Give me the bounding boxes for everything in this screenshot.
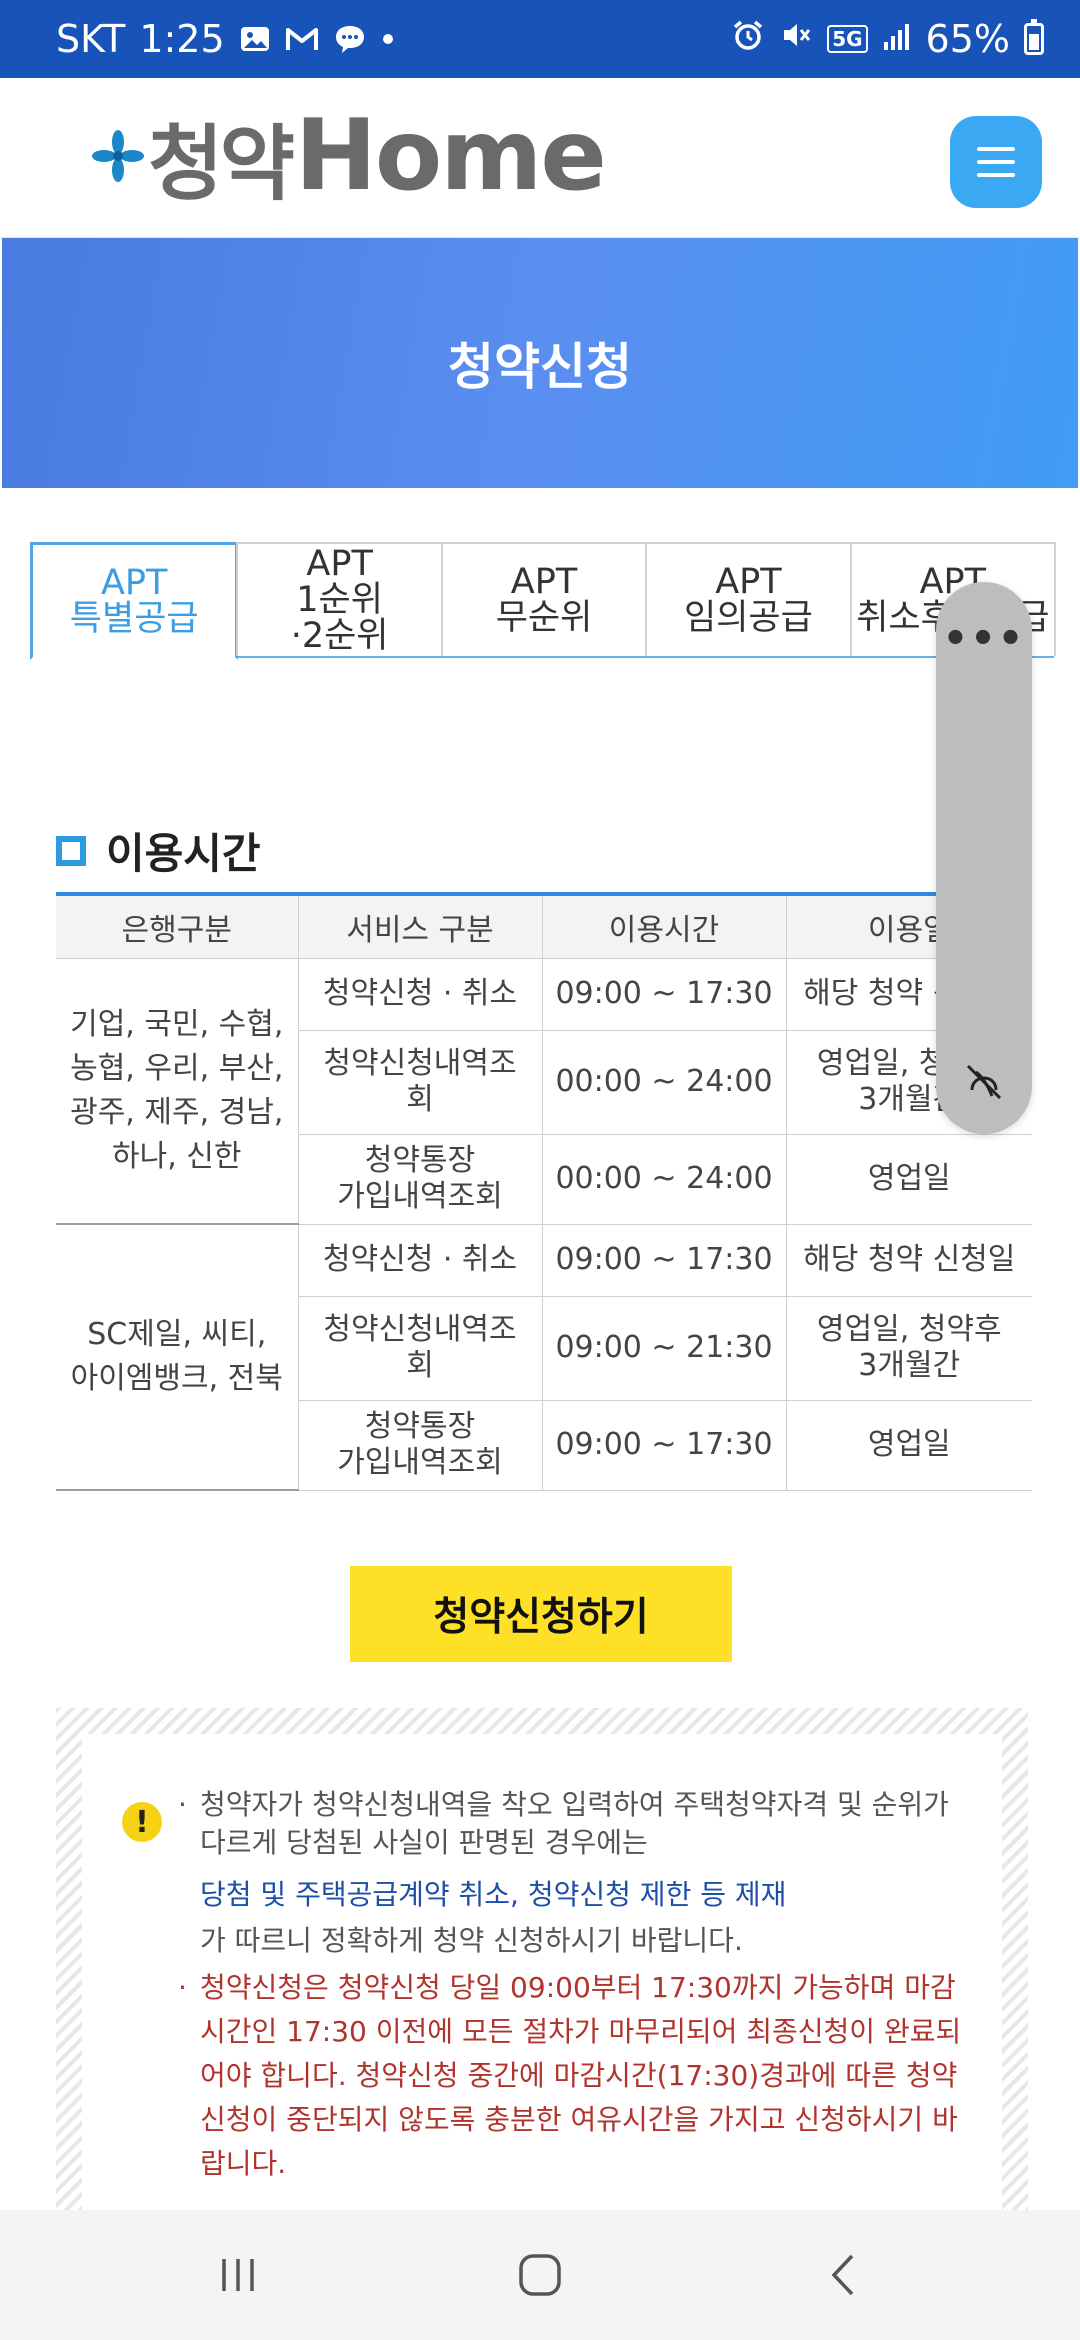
square-bullet-icon [56, 835, 86, 866]
apt-tab-bar: APT 특별공급 APT 1순위 ·2순위 APT 무순위 APT 임의공급 A… [30, 542, 1057, 660]
menu-line-icon [977, 160, 1015, 164]
page-banner: 청약신청 [2, 238, 1078, 488]
bullet-dot: · [178, 1788, 187, 1821]
notice-item-2-text: 청약신청은 청약신청 당일 09:00부터 17:30까지 가능하며 마감시간인… [200, 1971, 962, 2180]
notice-box: ! · 청약자가 청약신청내역을 착오 입력하여 주택청약자격 및 순위가 다르… [56, 1708, 1028, 2216]
days-cell: 영업일 [786, 1400, 1032, 1491]
battery-icon [1024, 19, 1044, 55]
days-cell: 영업일, 청약후 3개월간 [786, 1296, 1032, 1401]
network-type-icon: 5G [827, 25, 868, 53]
notification-dot-icon [381, 32, 395, 46]
back-button[interactable] [814, 2245, 874, 2305]
column-header-time: 이용시간 [542, 892, 787, 959]
tab-apt-no-rank[interactable]: APT 무순위 [440, 542, 648, 656]
chat-icon [333, 23, 367, 55]
section-title: 이용시간 [106, 829, 261, 878]
logo-text-korean: 청약 [148, 116, 295, 212]
notice-item-1-end: 가 따르니 정확하게 청약 신청하시기 바랍니다. [200, 1924, 743, 1957]
table-header-row: 은행구분 서비스 구분 이용시간 이용일 [56, 892, 1032, 959]
recent-apps-button[interactable] [208, 2245, 268, 2305]
sanction-link-text[interactable]: 당첨 및 주택공급계약 취소, 청약신청 제한 등 제재 [200, 1876, 980, 1914]
tab-label-line2: 특별공급 [69, 599, 199, 639]
service-cell: 청약신청내역조 회 [298, 1030, 543, 1135]
apply-subscription-button[interactable]: 청약신청하기 [350, 1566, 732, 1662]
usage-hours-table: 은행구분 서비스 구분 이용시간 이용일 기업, 국민, 수협, 농협, 우리,… [56, 892, 1032, 1491]
column-header-service: 서비스 구분 [298, 892, 543, 959]
hide-panel-icon[interactable] [962, 1060, 1006, 1104]
site-logo[interactable]: 청약 Home [90, 99, 607, 213]
tab-label-line2: 무순위 [495, 598, 593, 638]
system-nav-bar [0, 2210, 1080, 2340]
alarm-icon [731, 17, 765, 61]
tab-apt-optional-supply[interactable]: APT 임의공급 [645, 542, 852, 656]
status-bar: SKT 1:25 5G 65% [0, 0, 1080, 78]
floating-edge-panel[interactable]: ••• [936, 582, 1032, 1134]
site-header: 청약 Home [0, 78, 1080, 238]
time-cell: 09:00 ~ 21:30 [542, 1296, 787, 1401]
page-title: 청약신청 [448, 338, 632, 396]
tab-apt-special-supply[interactable]: APT 특별공급 [30, 542, 239, 660]
tab-label-line3: ·2순위 [290, 616, 389, 656]
time-cell: 09:00 ~ 17:30 [542, 1400, 787, 1491]
service-cell: 청약통장 가입내역조회 [298, 1134, 543, 1225]
signal-icon [882, 17, 912, 61]
gmail-icon [285, 25, 319, 53]
time-cell: 09:00 ~ 17:30 [542, 958, 787, 1031]
tab-label-line2: 임의공급 [684, 598, 813, 638]
hamburger-menu-button[interactable] [950, 116, 1042, 208]
bank-group-cell: SC제일, 씨티, 아이엠뱅크, 전북 [56, 1224, 299, 1491]
tab-label-line1: APT [715, 562, 782, 602]
column-header-bank: 은행구분 [56, 892, 299, 959]
status-right: 5G 65% [731, 0, 1044, 78]
usage-hours-heading: 이용시간 [56, 820, 261, 881]
network-type-label: 5G [827, 25, 868, 53]
recent-apps-icon [222, 2259, 254, 2291]
logo-star-icon [92, 130, 144, 182]
menu-line-icon [977, 173, 1015, 177]
carrier-label: SKT [56, 17, 126, 61]
tab-label-line1: APT [510, 562, 578, 602]
service-cell: 청약신청 · 취소 [298, 958, 543, 1031]
usage-hours-table-wrapper: 은행구분 서비스 구분 이용시간 이용일 기업, 국민, 수협, 농협, 우리,… [56, 892, 1032, 1491]
service-cell: 청약통장 가입내역조회 [298, 1400, 543, 1491]
table-row: 기업, 국민, 수협, 농협, 우리, 부산, 광주, 제주, 경남, 하나, … [56, 958, 1032, 1225]
battery-percent: 65% [925, 17, 1010, 61]
time-cell: 00:00 ~ 24:00 [542, 1134, 787, 1225]
back-icon [831, 2254, 854, 2296]
menu-line-icon [977, 147, 1015, 151]
bank-group-cell: 기업, 국민, 수협, 농협, 우리, 부산, 광주, 제주, 경남, 하나, … [56, 958, 299, 1225]
notice-item-2: · 청약신청은 청약신청 당일 09:00부터 17:30까지 가능하며 마감시… [178, 1966, 980, 2186]
notice-item-1-text: 청약자가 청약신청내역을 착오 입력하여 주택청약자격 및 순위가 다르게 당첨… [200, 1788, 949, 1859]
notice-content: ! · 청약자가 청약신청내역을 착오 입력하여 주택청약자격 및 순위가 다르… [82, 1734, 1002, 2216]
tab-apt-first-second-rank[interactable]: APT 1순위 ·2순위 [236, 542, 443, 656]
warning-icon: ! [122, 1802, 162, 1842]
bullet-dot: · [178, 1971, 187, 2004]
service-cell: 청약신청 · 취소 [298, 1224, 543, 1297]
tab-label-line1: APT [306, 544, 373, 584]
clock: 1:25 [139, 17, 225, 61]
tab-label-line2: 1순위 [296, 580, 383, 620]
mute-icon [779, 17, 813, 61]
tab-label-line1: APT [100, 563, 168, 603]
more-options-icon[interactable]: ••• [936, 616, 1032, 662]
time-cell: 00:00 ~ 24:00 [542, 1030, 787, 1135]
service-cell: 청약신청내역조 회 [298, 1296, 543, 1401]
logo-text-english: Home [294, 99, 607, 213]
days-cell: 해당 청약 신청일 [786, 1224, 1032, 1297]
notice-item-1: · 청약자가 청약신청내역을 착오 입력하여 주택청약자격 및 순위가 다르게 … [178, 1786, 980, 1960]
home-icon [519, 2254, 561, 2296]
days-cell: 영업일 [786, 1134, 1032, 1225]
gallery-icon [239, 24, 271, 54]
status-left: SKT 1:25 [56, 0, 395, 78]
home-button[interactable] [510, 2245, 570, 2305]
table-row: SC제일, 씨티, 아이엠뱅크, 전북 청약신청 · 취소 09:00 ~ 17… [56, 1224, 1032, 1491]
time-cell: 09:00 ~ 17:30 [542, 1224, 787, 1297]
